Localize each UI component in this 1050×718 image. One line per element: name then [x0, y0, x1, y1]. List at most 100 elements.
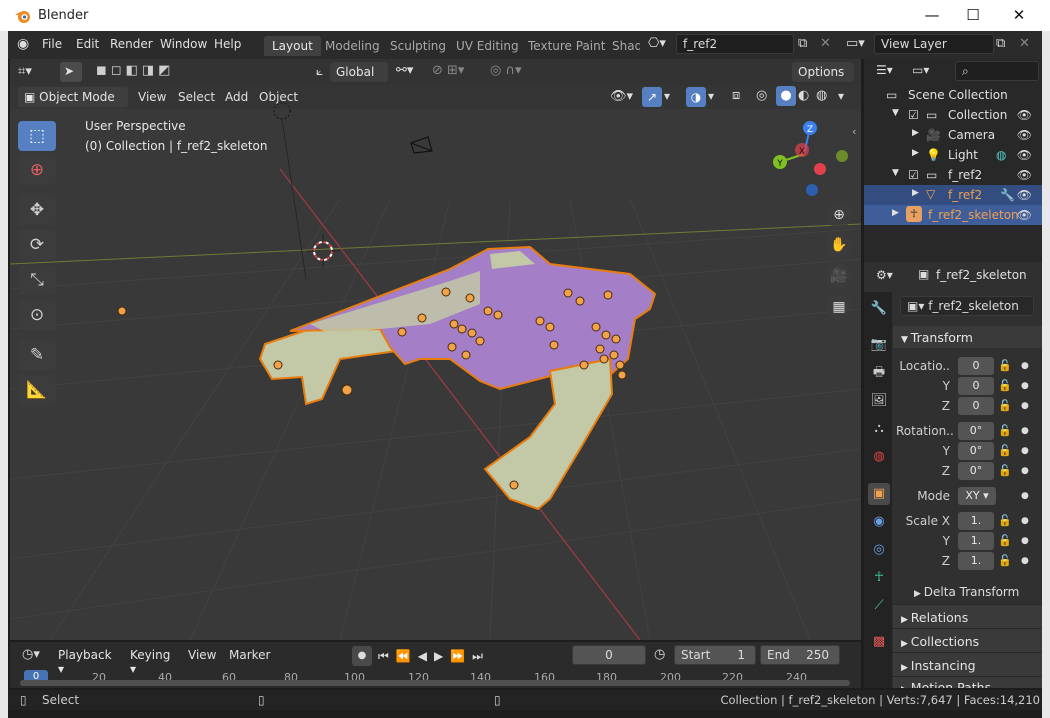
- keyframe-dot-icon[interactable]: ●: [1021, 381, 1029, 391]
- keyframe-dot-icon[interactable]: ●: [1021, 556, 1029, 566]
- keyframe-dot-icon[interactable]: ●: [1021, 361, 1029, 371]
- rotate-tool[interactable]: ⟳: [18, 230, 56, 260]
- expand-arrow-icon[interactable]: ▶: [912, 188, 919, 198]
- expand-arrow-icon[interactable]: ▶: [912, 148, 919, 158]
- lock-icon[interactable]: 🔓: [998, 359, 1012, 372]
- output-tab-icon[interactable]: 🖶: [868, 362, 890, 384]
- tab-uv-editing[interactable]: UV Editing: [448, 36, 527, 56]
- ortho-grid-icon[interactable]: ▦: [826, 294, 852, 320]
- expand-arrow-icon[interactable]: ▶: [912, 128, 919, 138]
- keyframe-dot-icon[interactable]: ●: [1021, 516, 1029, 526]
- menu-file[interactable]: File: [42, 37, 62, 51]
- object-mode-dropdown[interactable]: ▣ Object Mode: [18, 87, 128, 107]
- motion-paths-section[interactable]: ▶ Motion Paths: [893, 676, 1042, 688]
- properties-editor-icon[interactable]: ⚙▾: [876, 268, 893, 282]
- outliner-row-f-ref2-skeleton[interactable]: ▶ ☥ f_ref2_skeleton 👁: [864, 205, 1042, 225]
- lock-icon[interactable]: 🔓: [998, 554, 1012, 567]
- eye-icon[interactable]: 👁: [1017, 108, 1032, 122]
- material-shading-icon[interactable]: ◐: [798, 88, 809, 103]
- rendered-shading-icon[interactable]: ◍: [816, 88, 827, 103]
- rotation-x-field[interactable]: 0°: [958, 422, 994, 440]
- shading-dropdown-icon[interactable]: ▾: [838, 89, 844, 103]
- minimize-button[interactable]: —: [909, 4, 955, 26]
- pan-hand-icon[interactable]: ✋: [826, 232, 852, 258]
- expand-arrow-icon[interactable]: ▼: [892, 168, 899, 178]
- tool-tab-icon[interactable]: 🔧: [868, 298, 890, 320]
- tool-cursor-icon[interactable]: ➤: [60, 62, 82, 82]
- keyframe-dot-icon[interactable]: ●: [1021, 536, 1029, 546]
- scene-field[interactable]: f_ref2: [676, 34, 794, 54]
- viewport-menu-add[interactable]: Add: [225, 90, 248, 104]
- lock-icon[interactable]: 🔓: [998, 424, 1012, 437]
- scale-z-field[interactable]: 1.: [958, 552, 994, 570]
- outliner-row-scene-collection[interactable]: ▭ Scene Collection: [864, 85, 1042, 105]
- transform-orientation-dropdown[interactable]: Global: [330, 62, 388, 82]
- object-tab-icon[interactable]: ▣: [868, 483, 890, 505]
- outliner-editor-icon[interactable]: ☰▾: [876, 63, 893, 77]
- outliner-row-f-ref2-collection[interactable]: ▼ ☑ ▭ f_ref2 👁: [864, 165, 1042, 185]
- keyframe-dot-icon[interactable]: ●: [1021, 401, 1029, 411]
- rotation-z-field[interactable]: 0°: [958, 462, 994, 480]
- select-box-tool[interactable]: ⬚: [18, 121, 56, 151]
- lock-icon[interactable]: 🔓: [998, 399, 1012, 412]
- display-mode-icon[interactable]: ▭▾: [912, 63, 929, 77]
- viewport-menu-view[interactable]: View: [138, 90, 166, 104]
- keyframe-dot-icon[interactable]: ●: [1021, 426, 1029, 436]
- physics-tab-icon[interactable]: ◎: [868, 539, 890, 561]
- gizmo-dropdown-icon[interactable]: ▾: [664, 89, 670, 103]
- delta-transform-section[interactable]: ▶ Delta Transform: [914, 585, 1019, 599]
- eye-icon[interactable]: 👁: [1017, 128, 1032, 142]
- remove-scene-icon[interactable]: ✕: [820, 36, 831, 51]
- eye-icon[interactable]: 👁: [1017, 168, 1032, 182]
- scene-icon[interactable]: ⎔▾: [648, 36, 666, 51]
- lock-icon[interactable]: 🔓: [998, 379, 1012, 392]
- blender-menu-icon[interactable]: ◉: [17, 36, 35, 54]
- menu-window[interactable]: Window: [160, 37, 207, 51]
- annotate-tool[interactable]: ✎: [18, 340, 56, 370]
- tab-shading[interactable]: Shad: [604, 36, 640, 56]
- scale-x-field[interactable]: 1.: [958, 512, 994, 530]
- xray-icon[interactable]: ⧈: [732, 88, 740, 103]
- menu-render[interactable]: Render: [110, 37, 153, 51]
- eye-icon[interactable]: 👁: [1017, 208, 1032, 222]
- bone-tab-icon[interactable]: ⟋: [868, 595, 890, 617]
- outliner-row-collection[interactable]: ▼ ☑ ▭ Collection 👁: [864, 105, 1042, 125]
- relations-section[interactable]: ▶ Relations: [893, 604, 1042, 628]
- outliner-row-f-ref2-mesh[interactable]: ▶ ▽ f_ref2 🔧 👁: [864, 185, 1042, 205]
- scale-tool[interactable]: ⤡: [18, 265, 56, 295]
- location-z-field[interactable]: 0: [958, 397, 994, 415]
- keying-menu[interactable]: Keying ▾: [124, 645, 180, 676]
- scene-tab-icon[interactable]: ⛬: [868, 418, 890, 440]
- tab-layout[interactable]: Layout: [264, 36, 321, 56]
- menu-help[interactable]: Help: [214, 37, 241, 51]
- armature-data-tab-icon[interactable]: ☥: [868, 567, 890, 589]
- rotation-mode-dropdown[interactable]: XY ▾: [958, 487, 996, 505]
- remove-view-layer-icon[interactable]: ✕: [1019, 36, 1030, 51]
- lock-icon[interactable]: 🔓: [998, 444, 1012, 457]
- expand-arrow-icon[interactable]: ▼: [892, 108, 899, 118]
- modifiers-tab-icon[interactable]: ◉: [868, 511, 890, 533]
- playback-menu[interactable]: Playback ▾: [52, 645, 122, 676]
- outliner-row-camera[interactable]: ▶ 🎥 Camera 👁: [864, 125, 1042, 145]
- proportional-edit-icon[interactable]: ◎ ∩▾: [490, 63, 522, 78]
- view-layer-icon[interactable]: ▭▾: [846, 36, 865, 51]
- visibility-icon[interactable]: 👁▾: [610, 89, 633, 104]
- instancing-section[interactable]: ▶ Instancing: [893, 652, 1042, 676]
- gizmo-toggle-icon[interactable]: ↗: [642, 87, 662, 107]
- scale-y-field[interactable]: 1.: [958, 532, 994, 550]
- move-tool[interactable]: ✥: [18, 195, 56, 225]
- sidebar-toggle-icon[interactable]: ‹: [852, 125, 856, 138]
- copy-scene-icon[interactable]: ⧉: [798, 36, 807, 51]
- snap-icon[interactable]: ⊘ ⊞▾: [432, 63, 464, 78]
- outliner-search-input[interactable]: ⌕: [955, 61, 1039, 81]
- eye-icon[interactable]: 👁: [1017, 188, 1032, 202]
- texture-tab-icon[interactable]: ▩: [868, 631, 890, 653]
- measure-tool[interactable]: 📐: [18, 375, 56, 405]
- end-frame-field[interactable]: End 250: [760, 645, 840, 665]
- lock-icon[interactable]: 🔓: [998, 514, 1012, 527]
- selection-mode-icons[interactable]: ◼◻◧◨◩: [96, 63, 174, 78]
- lock-icon[interactable]: 🔓: [998, 464, 1012, 477]
- collections-section[interactable]: ▶ Collections: [893, 628, 1042, 652]
- options-dropdown[interactable]: Options: [792, 62, 854, 82]
- lock-icon[interactable]: 🔓: [998, 534, 1012, 547]
